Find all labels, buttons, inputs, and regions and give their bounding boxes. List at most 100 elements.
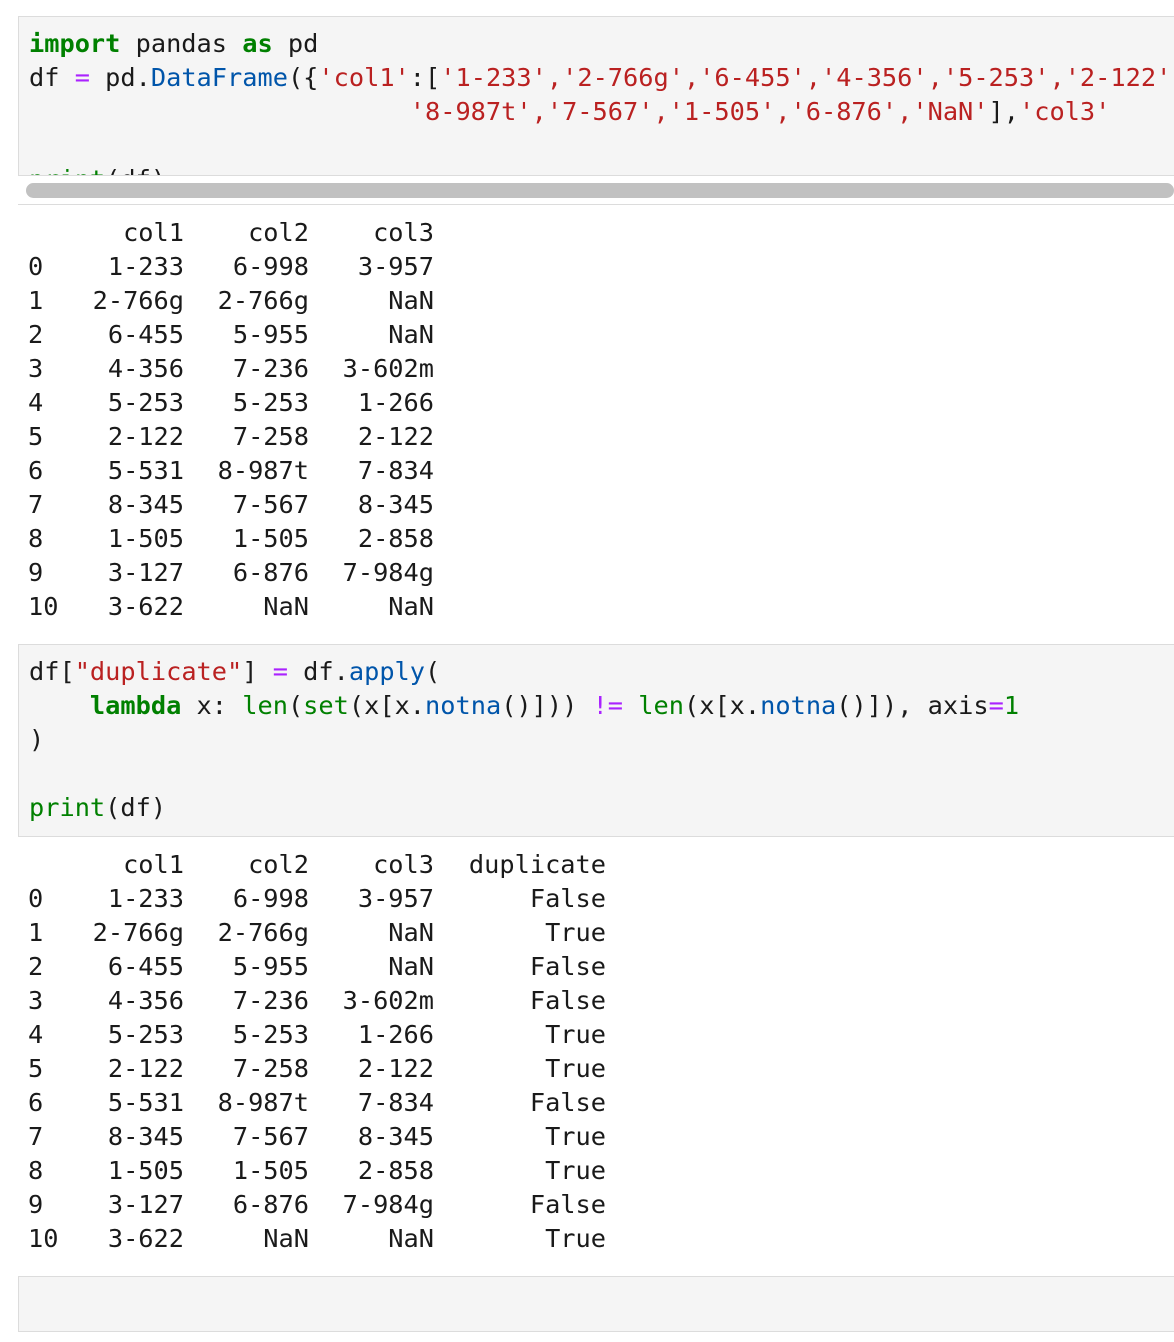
table-cell: 6-455 [107, 320, 184, 349]
string-literal: '8-987t','7-567','1-505','6-876','NaN' [409, 97, 989, 126]
table-row: 5 2-122 7-258 2-122 True [28, 1052, 606, 1086]
row-index: 5 [28, 422, 44, 451]
table-cell: 5-955 [232, 320, 309, 349]
table-cell: 1-266 [357, 1020, 434, 1049]
horizontal-scrollbar[interactable] [18, 175, 1174, 205]
table-row: 4 5-253 5-253 1-266 [28, 386, 434, 420]
table-cell: NaN [263, 1224, 309, 1253]
table-row: 1 2-766g 2-766g NaN True [28, 916, 606, 950]
table-row: 6 5-531 8-987t 7-834 [28, 454, 434, 488]
row-index: 7 [28, 490, 44, 519]
code-text: df[ [29, 657, 75, 686]
table-cell: True [545, 918, 606, 947]
row-index: 8 [28, 524, 44, 553]
table-row: 8 1-505 1-505 2-858 [28, 522, 434, 556]
table-cell: 2-858 [357, 524, 434, 553]
table-cell: 2-766g [92, 286, 184, 315]
table-cell: 2-122 [107, 422, 184, 451]
row-index: 5 [28, 1054, 44, 1083]
table-cell: 3-602m [342, 354, 434, 383]
table-cell: 6-876 [232, 1190, 309, 1219]
table-cell: 1-505 [107, 1156, 184, 1185]
scrollbar-thumb[interactable] [26, 183, 1174, 198]
table-cell: NaN [388, 1224, 434, 1253]
table-row: 3 4-356 7-236 3-602m [28, 352, 434, 386]
table-cell: 5-253 [232, 388, 309, 417]
code-editor-1[interactable]: import pandas as pd df = pd.DataFrame({'… [29, 27, 1171, 175]
code-text: df [29, 63, 75, 92]
table-cell: NaN [388, 918, 434, 947]
table-cell: 1-505 [232, 1156, 309, 1185]
table-cell: False [529, 884, 606, 913]
table-cell: NaN [388, 286, 434, 315]
table-cell: duplicate [468, 850, 606, 879]
table-row: 6 5-531 8-987t 7-834 False [28, 1086, 606, 1120]
table-cell: 8-345 [357, 1122, 434, 1151]
string-literal: 'col1' [318, 63, 410, 92]
table-row: 2 6-455 5-955 NaN [28, 318, 434, 352]
table-cell: 3-622 [107, 592, 184, 621]
table-row: 9 3-127 6-876 7-984g False [28, 1188, 606, 1222]
table-cell: NaN [263, 592, 309, 621]
table-cell: NaN [388, 320, 434, 349]
table-header: col1 col2 col3 duplicate [28, 848, 606, 882]
row-index: 10 [28, 592, 59, 621]
table-cell: 7-567 [232, 1122, 309, 1151]
code-text: (df) [105, 793, 167, 822]
table-row: 1 2-766g 2-766g NaN [28, 284, 434, 318]
table-cell: 5-955 [232, 952, 309, 981]
row-index: 2 [28, 320, 44, 349]
table-cell: 3-957 [357, 884, 434, 913]
code-text: pd. [89, 63, 151, 92]
builtin-len: len [242, 691, 288, 720]
table-cell: col3 [373, 218, 434, 247]
row-index: 2 [28, 952, 44, 981]
code-cell-3[interactable] [18, 1276, 1174, 1332]
table-cell: 7-567 [232, 490, 309, 519]
operator: = [272, 657, 288, 686]
row-index [28, 848, 78, 882]
table-cell: 7-984g [342, 558, 434, 587]
code-text: ], [988, 97, 1019, 126]
code-editor-2[interactable]: df["duplicate"] = df.apply( lambda x: le… [29, 655, 1019, 825]
code-text: ) [29, 725, 45, 754]
table-cell: 2-122 [357, 422, 434, 451]
table-cell: 7-834 [357, 456, 434, 485]
table-cell: True [545, 1020, 606, 1049]
code-text: pd [272, 29, 319, 58]
table-cell: 2-766g [92, 918, 184, 947]
number-literal: 1 [1003, 691, 1020, 720]
table-cell: 2-766g [217, 286, 309, 315]
output-2: col1 col2 col3 duplicate 0 1-233 6-998 3-957 Fal… [28, 848, 606, 1256]
table-row: 7 8-345 7-567 8-345 [28, 488, 434, 522]
code-text: x: [181, 691, 243, 720]
table-row: 10 3-622 NaN NaN [28, 590, 434, 624]
table-cell: 6-876 [232, 558, 309, 587]
string-literal: "duplicate" [74, 657, 243, 686]
row-index: 3 [28, 986, 44, 1015]
method-name: notna [760, 691, 837, 720]
table-cell: True [545, 1156, 606, 1185]
operator: = [74, 63, 90, 92]
table-cell: 5-531 [107, 456, 184, 485]
table-cell: 3-622 [107, 1224, 184, 1253]
table-cell: True [545, 1224, 606, 1253]
code-cell-2[interactable]: df["duplicate"] = df.apply( lambda x: le… [18, 644, 1174, 837]
table-cell: 1-233 [107, 252, 184, 281]
table-cell: NaN [388, 592, 434, 621]
table-cell: 4-356 [107, 354, 184, 383]
table-cell: 7-258 [232, 422, 309, 451]
table-row: 5 2-122 7-258 2-122 [28, 420, 434, 454]
table-row: 4 5-253 5-253 1-266 True [28, 1018, 606, 1052]
table-cell: col3 [373, 850, 434, 879]
table-row: 9 3-127 6-876 7-984g [28, 556, 434, 590]
code-cell-1[interactable]: import pandas as pd df = pd.DataFrame({'… [18, 16, 1174, 176]
table-row: 0 1-233 6-998 3-957 False [28, 882, 606, 916]
table-cell: 8-345 [107, 490, 184, 519]
method-name: notna [425, 691, 502, 720]
code-text: ] [242, 657, 273, 686]
table-cell: 1-266 [357, 388, 434, 417]
table-cell: NaN [388, 952, 434, 981]
